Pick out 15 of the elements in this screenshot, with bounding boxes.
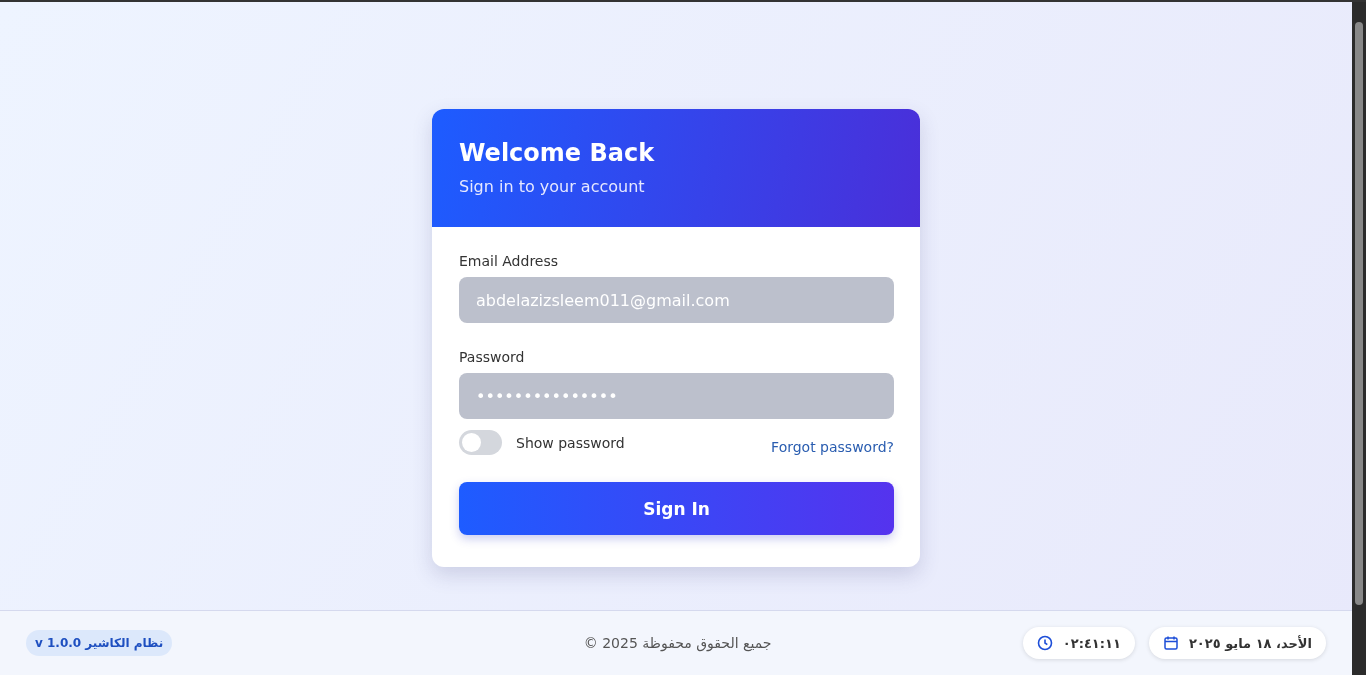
time-text: ٠٢:٤١:١١ (1062, 635, 1121, 651)
toggle-label: Show password (516, 434, 625, 451)
password-label: Password (459, 349, 526, 365)
sign-in-button[interactable]: Sign In (459, 482, 894, 535)
clock-icon (1036, 635, 1053, 651)
toggle-switch[interactable] (459, 430, 502, 455)
card-title: Welcome Back (459, 139, 656, 167)
version-badge: نظام الكاشير v 1.0.0 (26, 630, 173, 656)
copyright-text: جميع الحقوق محفوظة 2025 © (582, 635, 773, 651)
calendar-icon (1162, 635, 1179, 651)
card-subtitle: Sign in to your account (459, 177, 646, 196)
date-text: الأحد، ١٨ مايو ٢٠٢٥ (1188, 635, 1312, 651)
email-label: Email Address (459, 253, 560, 269)
forgot-password-link[interactable]: Forgot password? (771, 438, 894, 455)
scrollbar[interactable] (1352, 2, 1366, 675)
